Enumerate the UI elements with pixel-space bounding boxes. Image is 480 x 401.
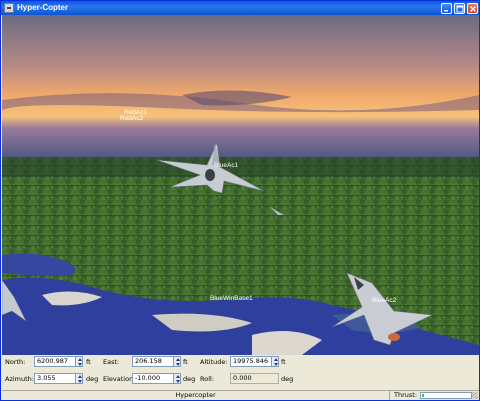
- minimize-icon: [444, 10, 448, 12]
- roll-unit: deg: [281, 375, 294, 383]
- north-unit: ft: [86, 358, 91, 366]
- terrain-horizon-haze: [2, 157, 479, 177]
- azimuth-label: Azimuth:: [5, 375, 34, 383]
- thrust-progress-fill: [422, 394, 424, 397]
- east-unit: ft: [183, 358, 188, 366]
- north-spinner[interactable]: [75, 356, 83, 367]
- scene-canvas[interactable]: RedAc1 RedAc2 BlueAc1 BlueWinBase1 BlueA…: [2, 15, 479, 355]
- app-window: Hyper-Copter RedAc1 RedAc2 BlueAc1 BlueW…: [0, 0, 480, 401]
- roll-field: 0.000: [230, 373, 279, 384]
- window-title: Hyper-Copter: [17, 3, 69, 12]
- azimuth-spinner[interactable]: [75, 373, 83, 384]
- label-bluebase: BlueWinBase1: [210, 295, 253, 302]
- azimuth-input[interactable]: 3.055: [34, 373, 76, 384]
- north-label: North:: [5, 358, 26, 366]
- east-spinner[interactable]: [173, 356, 181, 367]
- altitude-spinner[interactable]: [271, 356, 279, 367]
- status-bar: Hypercopter Thrust:: [2, 390, 479, 400]
- altitude-unit: ft: [281, 358, 286, 366]
- sky: [2, 15, 479, 160]
- status-text: Hypercopter: [2, 391, 390, 400]
- elevation-spinner[interactable]: [173, 373, 181, 384]
- elevation-label: Elevation:: [103, 375, 136, 383]
- close-icon: [470, 6, 476, 12]
- roll-label: Roll:: [200, 375, 215, 383]
- elevation-input[interactable]: -10.000: [132, 373, 174, 384]
- resize-grip-icon[interactable]: [472, 392, 478, 399]
- app-icon[interactable]: [4, 3, 14, 13]
- maximize-button[interactable]: [454, 3, 465, 14]
- minimize-button[interactable]: [441, 3, 452, 14]
- label-blueac2: BlueAc2: [372, 297, 397, 304]
- east-input[interactable]: 206.158: [132, 356, 174, 367]
- thrust-progress-bar: [420, 392, 472, 399]
- east-label: East:: [103, 358, 120, 366]
- control-panel: North: 6200.987 ft East: 206.158 ft Alti…: [2, 355, 479, 390]
- thrust-label: Thrust:: [394, 391, 418, 399]
- north-input[interactable]: 6200.987: [34, 356, 76, 367]
- close-button[interactable]: [467, 3, 478, 14]
- maximize-icon: [456, 5, 464, 13]
- altitude-label: Altitude:: [200, 358, 228, 366]
- altitude-input[interactable]: 19975.846: [230, 356, 272, 367]
- label-redac2: RedAc2: [120, 115, 144, 122]
- elevation-unit: deg: [183, 375, 196, 383]
- label-blueac1: BlueAc1: [214, 162, 239, 169]
- azimuth-unit: deg: [86, 375, 99, 383]
- title-bar[interactable]: Hyper-Copter: [1, 1, 479, 15]
- 3d-viewport[interactable]: RedAc1 RedAc2 BlueAc1 BlueWinBase1 BlueA…: [2, 15, 479, 355]
